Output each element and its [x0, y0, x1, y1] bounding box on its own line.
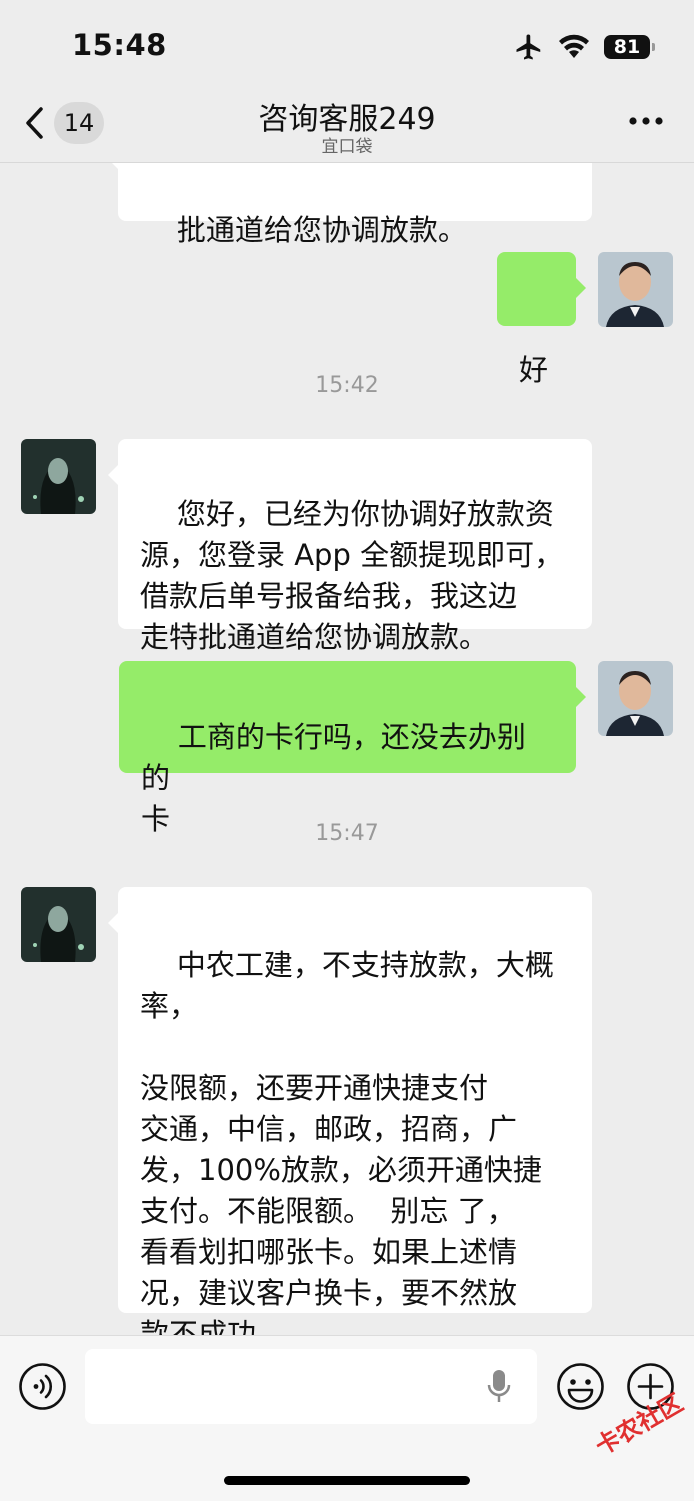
message-input[interactable] [85, 1349, 537, 1424]
voice-input-icon[interactable] [18, 1362, 67, 1411]
airplane-icon [516, 34, 541, 60]
home-indicator [224, 1476, 470, 1485]
message-text: 工商的卡行吗，还没去办别的 卡 [141, 720, 526, 836]
avatar-image [598, 252, 673, 327]
wifi-icon [559, 34, 589, 58]
chat-header: 14 咨询客服249 宜口袋 [0, 92, 694, 163]
battery-indicator: 81 [604, 35, 655, 59]
status-icons: 81 [514, 30, 655, 64]
microphone-icon[interactable] [487, 1369, 511, 1405]
my-avatar[interactable] [598, 661, 673, 736]
message-outgoing[interactable]: 好 [497, 252, 586, 387]
status-time: 15:48 [72, 28, 167, 62]
timestamp: 15:42 [315, 373, 379, 398]
message-incoming[interactable]: 中农工建，不支持放款，大概 率， 没限额，还要开通快捷支付 交通，中信，邮政，招… [108, 887, 592, 1335]
timestamp: 15:47 [315, 821, 379, 846]
avatar-image [21, 887, 96, 962]
message-incoming[interactable]: 批通道给您协调放款。 [108, 163, 592, 247]
chat-subtitle: 宜口袋 [321, 137, 373, 157]
avatar-image [598, 661, 673, 736]
status-bar: 15:48 81 [0, 0, 694, 92]
my-avatar[interactable] [598, 252, 673, 327]
message-outgoing[interactable]: 工商的卡行吗，还没去办别的 卡 [119, 661, 586, 836]
message-text: 中农工建，不支持放款，大概 率， 没限额，还要开通快捷支付 交通，中信，邮政，招… [140, 948, 554, 1335]
chat-messages[interactable]: 批通道给您协调放款。 好 15:42 您好，已经为你协调好放款资 源，您登录 A… [0, 163, 694, 1335]
avatar-image [21, 439, 96, 514]
message-incoming[interactable]: 您好，已经为你协调好放款资 源，您登录 App 全额提现即可， 借款后单号报备给… [108, 439, 592, 654]
emoji-icon[interactable] [556, 1362, 605, 1411]
message-text: 批通道给您协调放款。 [176, 213, 467, 247]
message-text: 您好，已经为你协调好放款资 源，您登录 App 全额提现即可， 借款后单号报备给… [140, 497, 564, 654]
more-options-icon[interactable] [628, 116, 664, 126]
contact-avatar[interactable] [21, 439, 96, 514]
contact-avatar[interactable] [21, 887, 96, 962]
